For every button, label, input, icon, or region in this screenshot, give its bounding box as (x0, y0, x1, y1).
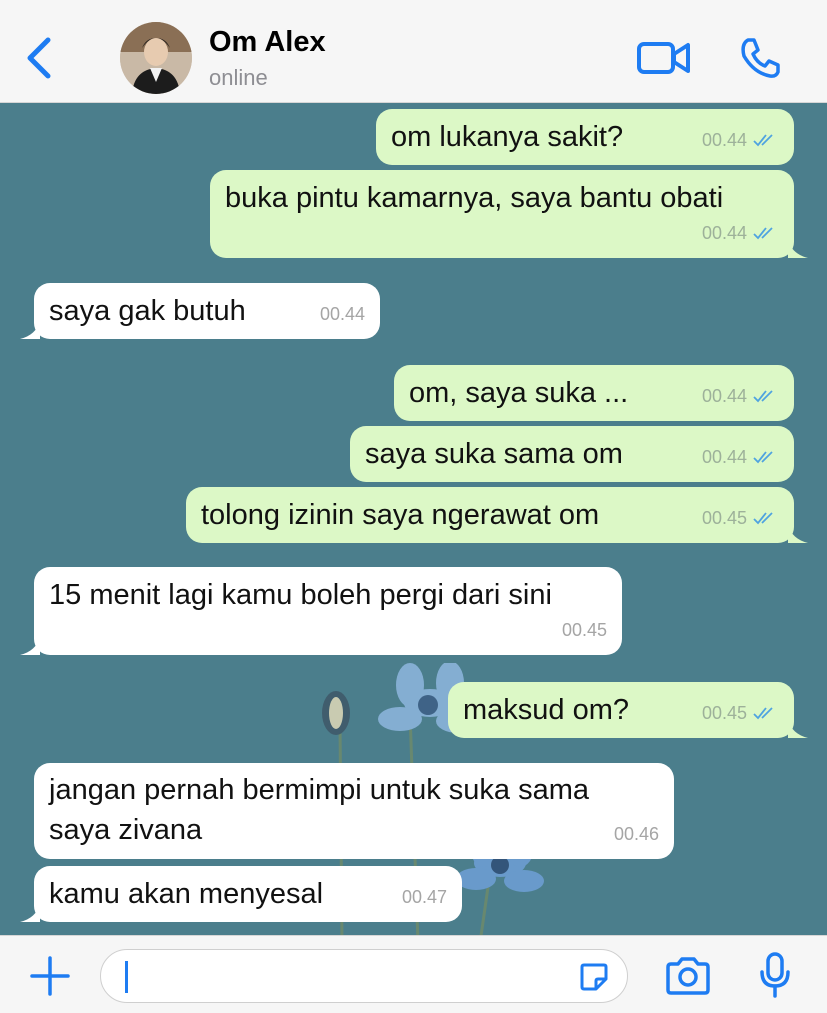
message-meta: 00.45 (702, 694, 779, 732)
message-text: maksud om? (463, 694, 630, 726)
chat-area[interactable]: om lukanya sakit? 00.44 buka pintu kamar… (0, 103, 827, 935)
incoming-message[interactable]: jangan pernah bermimpi untuk suka sama s… (34, 763, 674, 859)
message-input-bar (0, 935, 827, 1013)
message-time: 00.45 (701, 703, 747, 723)
message-meta: 00.46 (614, 815, 659, 853)
read-ticks-icon (753, 227, 773, 240)
message-text: kamu akan menyesal (49, 878, 324, 910)
message-text: saya suka sama om (365, 438, 623, 470)
message-text: 15 menit lagi kamu boleh pergi dari sini (49, 579, 552, 611)
read-ticks-icon (753, 451, 773, 464)
message-text: buka pintu kamarnya, saya bantu obati (225, 182, 724, 214)
video-camera-icon[interactable] (636, 38, 692, 78)
message-text: om, saya suka ... (409, 377, 629, 409)
read-ticks-icon (753, 390, 773, 403)
microphone-icon[interactable] (758, 952, 792, 998)
avatar[interactable] (120, 22, 192, 94)
outgoing-message[interactable]: om, saya suka ... 00.44 (394, 365, 794, 421)
message-time: 00.44 (701, 223, 747, 243)
message-meta: 00.44 (702, 214, 779, 252)
sticker-icon[interactable] (579, 962, 609, 992)
message-input[interactable] (100, 949, 628, 1003)
phone-icon[interactable] (738, 36, 782, 80)
read-ticks-icon (753, 707, 773, 720)
message-text: om lukanya sakit? (391, 121, 624, 153)
contact-name[interactable]: Om Alex (209, 26, 326, 59)
message-time: 00.44 (701, 386, 747, 406)
incoming-message[interactable]: saya gak butuh 00.44 (20, 283, 380, 339)
message-time: 00.44 (701, 447, 747, 467)
message-meta: 00.47 (402, 878, 447, 916)
chevron-left-icon[interactable] (22, 36, 56, 80)
camera-icon[interactable] (664, 956, 712, 996)
incoming-message[interactable]: kamu akan menyesal 00.47 (20, 866, 462, 922)
bubble-tail (788, 525, 808, 543)
message-meta: 00.45 (562, 611, 607, 649)
contact-status: online (209, 65, 268, 90)
outgoing-message[interactable]: buka pintu kamarnya, saya bantu obati 00… (210, 170, 808, 258)
message-time: 00.44 (701, 130, 747, 150)
message-meta: 00.44 (320, 295, 365, 333)
message-meta: 00.44 (702, 377, 779, 415)
message-text: jangan pernah bermimpi untuk suka sama s… (49, 774, 590, 846)
message-time: 00.45 (561, 620, 607, 640)
message-text: saya gak butuh (49, 295, 246, 327)
message-time: 00.45 (701, 508, 747, 528)
bubble-tail (788, 240, 808, 258)
read-ticks-icon (753, 512, 773, 525)
message-meta: 00.45 (702, 499, 779, 537)
message-time: 00.46 (613, 824, 659, 844)
bubble-tail (20, 904, 40, 922)
incoming-message[interactable]: 15 menit lagi kamu boleh pergi dari sini… (20, 567, 622, 655)
chat-header: Om Alex online (0, 0, 827, 103)
text-caret (125, 961, 128, 993)
message-text: tolong izinin saya ngerawat om (201, 499, 600, 531)
message-time: 00.47 (401, 887, 447, 907)
message-meta: 00.44 (702, 121, 779, 159)
read-ticks-icon (753, 134, 773, 147)
message-meta: 00.44 (702, 438, 779, 476)
outgoing-message[interactable]: maksud om? 00.45 (448, 682, 808, 738)
outgoing-message[interactable]: om lukanya sakit? 00.44 (376, 109, 794, 165)
plus-icon[interactable] (28, 954, 72, 998)
outgoing-message[interactable]: tolong izinin saya ngerawat om 00.45 (186, 487, 808, 543)
outgoing-message[interactable]: saya suka sama om 00.44 (350, 426, 794, 482)
message-time: 00.44 (319, 304, 365, 324)
bubble-tail (20, 321, 40, 339)
bubble-tail (788, 720, 808, 738)
bubble-tail (20, 637, 40, 655)
